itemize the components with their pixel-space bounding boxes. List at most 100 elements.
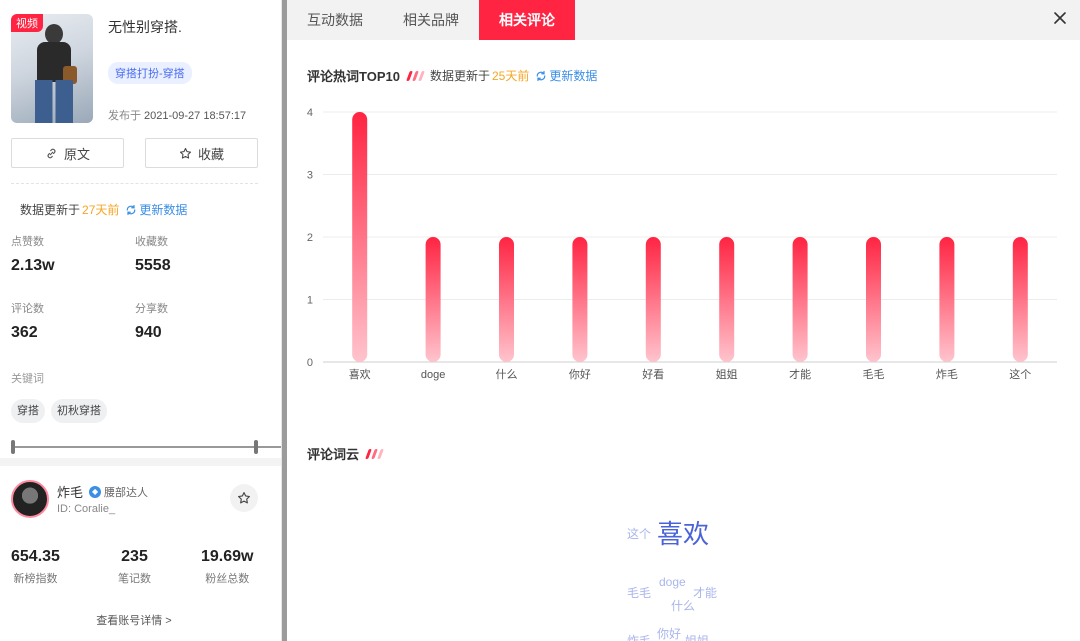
original-post-label: 原文 (63, 146, 90, 162)
stat-label: 收藏数 (135, 236, 168, 248)
x-tick-label: 毛毛 (863, 368, 885, 381)
tab-interaction-data[interactable]: 互动数据 (287, 0, 383, 40)
account-detail-link[interactable]: 查看账号详情 > (0, 612, 268, 628)
top10-header: 评论热词TOP10 数据更新于 25天前 更新数据 (307, 66, 597, 85)
bar-8[interactable] (939, 237, 955, 362)
cloud-word[interactable]: 姐姐 (685, 632, 709, 641)
close-icon[interactable] (1050, 8, 1070, 28)
x-tick-label: 好看 (642, 367, 664, 381)
x-tick-label: 姐姐 (716, 367, 738, 381)
stat-label: 点赞数 (11, 236, 44, 248)
y-tick-label: 4 (307, 107, 313, 119)
horizontal-scrollbar-track[interactable] (11, 446, 281, 448)
account-metric-value: 235 (121, 548, 148, 565)
link-icon (47, 148, 56, 158)
refresh-icon (127, 204, 136, 215)
x-tick-label: 炸毛 (936, 368, 958, 381)
x-tick-label: 什么 (496, 368, 518, 381)
cloud-word[interactable]: 这个 (627, 525, 651, 542)
comment-word-cloud: 这个 喜欢毛毛 doge 才能 什么炸毛 你好 姐姐 (587, 500, 787, 641)
original-post-button[interactable]: 原文 (11, 138, 124, 168)
account-level-badge: ◆ 腰部达人 (89, 484, 148, 500)
post-category-tag[interactable]: 穿搭打扮-穿搭 (108, 62, 192, 84)
post-title: 无性别穿搭. (108, 19, 182, 35)
stat-value: 5558 (135, 257, 171, 274)
left-update-line: 数据更新于 27天前 更新数据 (20, 201, 187, 218)
cloud-word[interactable]: 炸毛 (627, 632, 651, 641)
x-tick-label: 喜欢 (349, 367, 371, 381)
account-metric-label: 粉丝总数 (205, 573, 250, 585)
y-tick-label: 3 (307, 170, 313, 182)
keyword-chip[interactable]: 初秋穿搭 (51, 399, 107, 423)
refresh-data-link[interactable]: 更新数据 (535, 67, 597, 84)
account-level-label: 腰部达人 (104, 486, 149, 499)
dashed-divider (11, 183, 258, 184)
y-tick-label: 0 (307, 357, 313, 369)
thumb-figure-legs (35, 80, 73, 123)
x-tick-label: 才能 (789, 367, 811, 381)
account-metric-label: 新榜指数 (13, 573, 58, 585)
keyword-chip[interactable]: 穿搭 (11, 399, 45, 423)
bar-3[interactable] (572, 237, 588, 362)
follow-account-button[interactable] (230, 484, 258, 512)
favorite-button[interactable]: 收藏 (145, 138, 258, 168)
cloud-word[interactable]: 才能 (693, 584, 717, 601)
refresh-icon (536, 70, 546, 81)
account-name[interactable]: 炸毛 (57, 482, 83, 501)
stat-value: 362 (11, 324, 38, 341)
stat-value: 940 (135, 324, 162, 341)
x-tick-label: 你好 (569, 367, 591, 381)
bar-5[interactable] (719, 237, 735, 362)
bar-6[interactable] (792, 237, 808, 362)
refresh-data-label: 更新数据 (549, 69, 598, 83)
bar-9[interactable] (1012, 237, 1028, 362)
account-id: ID: Coralie_ (57, 503, 116, 515)
wordcloud-title: 评论词云 (307, 447, 360, 462)
cloud-word[interactable]: 喜欢 (657, 514, 709, 551)
bar-1[interactable] (425, 237, 441, 362)
keywords-label: 关键词 (11, 373, 44, 385)
account-metric-value: 654.35 (11, 548, 60, 565)
bar-4[interactable] (645, 237, 661, 362)
wordcloud-header: 评论词云 (307, 444, 384, 463)
account-avatar[interactable] (11, 480, 49, 518)
decor-slash-icon (365, 448, 384, 459)
tab-related-comments[interactable]: 相关评论 (479, 0, 575, 40)
refresh-data-link[interactable]: 更新数据 (125, 201, 187, 218)
account-name-row: 炸毛 ◆ 腰部达人 (57, 482, 148, 501)
decor-slash-icon (406, 70, 425, 81)
account-metric: 235 笔记数 (118, 548, 151, 586)
scrollbar-handle-left[interactable] (11, 440, 15, 454)
bar-2[interactable] (499, 237, 514, 362)
update-prefix: 数据更新于 (429, 69, 490, 83)
cloud-word[interactable]: doge (659, 575, 686, 589)
update-days: 25天前 (491, 69, 530, 83)
bar-7[interactable] (866, 237, 881, 362)
account-metric-value: 19.69w (201, 548, 254, 565)
account-metric-label: 笔记数 (118, 573, 151, 585)
x-tick-label: 这个 (1009, 367, 1031, 381)
comment-keywords-bar-chart: 0 1 2 3 4 喜欢 doge 什么 你好 好看 姐姐 才能 毛毛 炸毛 这个 (307, 107, 1057, 381)
verified-icon: ◆ (89, 485, 102, 498)
stat-comments: 评论数 362 (11, 300, 44, 342)
account-metric: 654.35 新榜指数 (11, 548, 60, 586)
top10-update-line: 数据更新于 25天前 更新数据 (430, 67, 597, 84)
analysis-panel: 互动数据 相关品牌 相关评论 评论热词TOP10 数据更新于 25天前 更新数据… (287, 0, 1080, 641)
stat-value: 2.13w (11, 257, 55, 274)
stat-label: 评论数 (11, 303, 44, 315)
cloud-word[interactable]: 什么 (671, 597, 695, 614)
bar-0[interactable] (352, 112, 368, 362)
refresh-data-label: 更新数据 (139, 203, 188, 217)
update-days: 27天前 (82, 203, 120, 217)
stat-collects: 收藏数 5558 (135, 233, 171, 275)
x-tick-label: doge (421, 369, 445, 381)
favorite-label: 收藏 (197, 146, 224, 162)
thumb-figure-head (45, 24, 63, 44)
account-metric: 19.69w 粉丝总数 (201, 548, 253, 586)
scrollbar-handle-right[interactable] (254, 440, 258, 454)
top10-title: 评论热词TOP10 (307, 69, 400, 84)
stat-label: 分享数 (135, 303, 168, 315)
cloud-word[interactable]: 毛毛 (627, 584, 651, 601)
cloud-word[interactable]: 你好 (657, 625, 681, 641)
tab-related-brands[interactable]: 相关品牌 (383, 0, 479, 40)
